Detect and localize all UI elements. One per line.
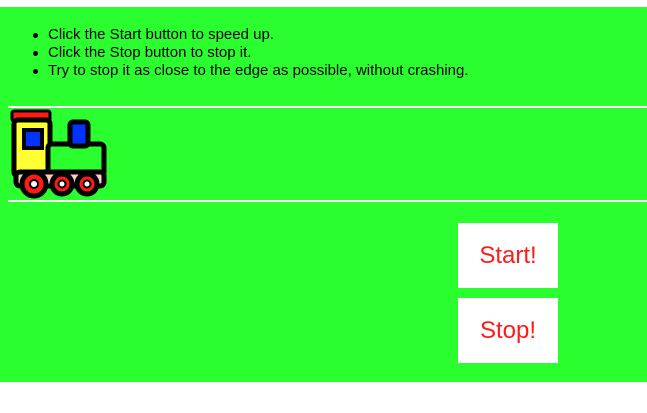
stop-button[interactable]: Stop! [458,298,558,363]
instruction-item-stop: Click the Stop button to stop it. [33,44,469,62]
train-icon [10,109,107,199]
instruction-item-start: Click the Start button to speed up. [33,26,469,44]
instruction-item-goal: Try to stop it as close to the edge as p… [33,62,469,79]
instructions-list: Click the Start button to speed up. Clic… [33,26,469,80]
start-button[interactable]: Start! [458,223,558,288]
track-bottom-line [8,200,647,202]
